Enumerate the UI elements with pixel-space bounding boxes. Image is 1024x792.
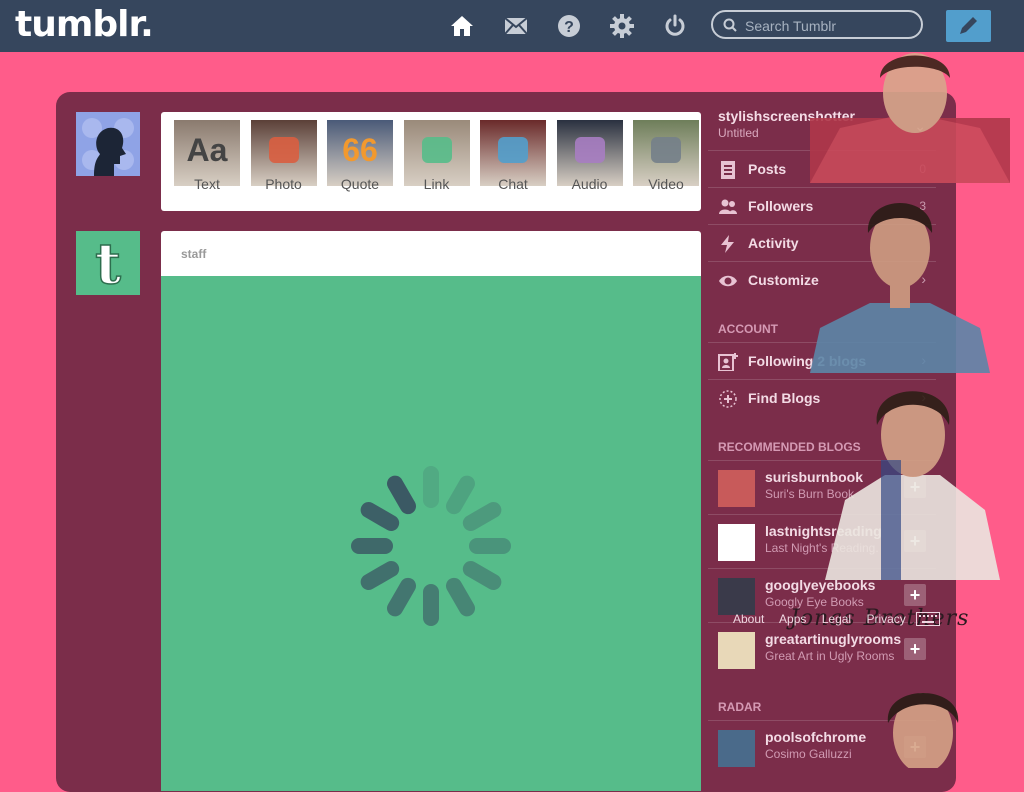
footer-link-legal[interactable]: Legal bbox=[822, 612, 851, 626]
search-input[interactable] bbox=[743, 15, 917, 36]
keyboard-icon[interactable] bbox=[916, 612, 940, 626]
post-type-label: Text bbox=[194, 176, 220, 192]
blog-avatar[interactable] bbox=[718, 632, 755, 669]
following-icon bbox=[718, 353, 738, 371]
post-author[interactable]: staff bbox=[181, 247, 206, 261]
post-type-bar: Aa Text Photo 66 Quote Link Chat Audio Video bbox=[161, 112, 701, 211]
radar-heading: RADAR bbox=[718, 700, 762, 714]
eye-icon bbox=[719, 275, 737, 287]
spinner-segment bbox=[462, 561, 502, 590]
decorative-photo bbox=[887, 693, 959, 768]
blog-avatar[interactable] bbox=[718, 470, 755, 507]
footer-link-privacy[interactable]: Privacy bbox=[866, 612, 905, 626]
follow-button[interactable]: + bbox=[904, 584, 926, 606]
footer-link-about[interactable]: About bbox=[733, 612, 764, 626]
spinner-segment bbox=[360, 502, 400, 531]
blog-title: Untitled bbox=[718, 126, 759, 140]
search-box bbox=[711, 10, 923, 39]
staff-avatar[interactable]: t bbox=[76, 231, 140, 295]
user-avatar[interactable] bbox=[76, 112, 140, 176]
top-bar: tumblr. ? bbox=[0, 0, 1024, 52]
sidebar-item-label: Find Blogs bbox=[748, 390, 821, 406]
account-heading: ACCOUNT bbox=[718, 322, 778, 336]
post-type-label: Chat bbox=[498, 176, 528, 192]
blog-name[interactable]: greatartinuglyrooms bbox=[765, 631, 901, 647]
mail-icon[interactable] bbox=[503, 13, 529, 39]
compose-button[interactable] bbox=[946, 10, 991, 42]
camera-icon bbox=[266, 132, 302, 168]
pencil-icon bbox=[960, 17, 977, 34]
find-blogs-icon bbox=[719, 390, 737, 408]
spinner-segment bbox=[351, 538, 393, 554]
post-media bbox=[161, 276, 701, 791]
footer-links: About Apps Legal Privacy bbox=[733, 612, 918, 626]
sidebar-item-label: Customize bbox=[748, 272, 819, 288]
help-icon[interactable]: ? bbox=[556, 13, 582, 39]
lightning-icon bbox=[721, 235, 734, 253]
text-icon: Aa bbox=[186, 131, 228, 168]
search-icon bbox=[723, 18, 737, 32]
posts-icon bbox=[721, 161, 735, 179]
blog-avatar[interactable] bbox=[718, 730, 755, 767]
sidebar-item-label: Followers bbox=[748, 198, 814, 214]
spinner-segment bbox=[446, 577, 475, 617]
spinner-segment bbox=[423, 584, 439, 626]
video-camera-icon bbox=[648, 132, 684, 168]
decorative-photo bbox=[810, 53, 1010, 183]
decorative-photo bbox=[825, 391, 1000, 580]
home-icon[interactable] bbox=[449, 13, 475, 39]
post-type-label: Video bbox=[648, 176, 684, 192]
blog-title: Great Art in Ugly Rooms bbox=[765, 649, 895, 663]
spinner-segment bbox=[387, 577, 416, 617]
decorative-photo bbox=[810, 203, 990, 373]
sidebar-item-label: Activity bbox=[748, 235, 799, 251]
svg-text:t: t bbox=[95, 231, 121, 295]
post-type-label: Audio bbox=[571, 176, 608, 192]
quote-icon: 66 bbox=[342, 131, 378, 168]
tumblr-logo[interactable]: tumblr. bbox=[15, 4, 154, 45]
spinner-segment bbox=[469, 538, 511, 554]
spinner-segment bbox=[360, 561, 400, 590]
power-icon[interactable] bbox=[662, 13, 688, 39]
blog-avatar[interactable] bbox=[718, 578, 755, 615]
link-icon bbox=[419, 132, 455, 168]
dashboard-post: staff bbox=[161, 231, 701, 791]
blog-avatar[interactable] bbox=[718, 524, 755, 561]
blog-name[interactable]: poolsofchrome bbox=[765, 729, 866, 745]
post-type-label: Link bbox=[423, 176, 450, 192]
svg-text:?: ? bbox=[564, 19, 574, 36]
sidebar-item-label: Posts bbox=[748, 161, 787, 177]
blog-title: Cosimo Galluzzi bbox=[765, 747, 852, 761]
followers-icon bbox=[719, 199, 737, 214]
headphones-icon bbox=[572, 132, 608, 168]
chat-icon bbox=[495, 132, 531, 168]
footer-link-apps[interactable]: Apps bbox=[779, 612, 806, 626]
spinner-segment bbox=[387, 475, 416, 515]
spinner-segment bbox=[446, 475, 475, 515]
loading-spinner-icon bbox=[351, 466, 511, 626]
follow-button[interactable]: + bbox=[904, 638, 926, 660]
post-type-label: Quote bbox=[340, 176, 380, 192]
spinner-segment bbox=[423, 466, 439, 508]
spinner-segment bbox=[462, 502, 502, 531]
gear-icon[interactable] bbox=[609, 13, 635, 39]
post-type-label: Photo bbox=[265, 176, 302, 192]
